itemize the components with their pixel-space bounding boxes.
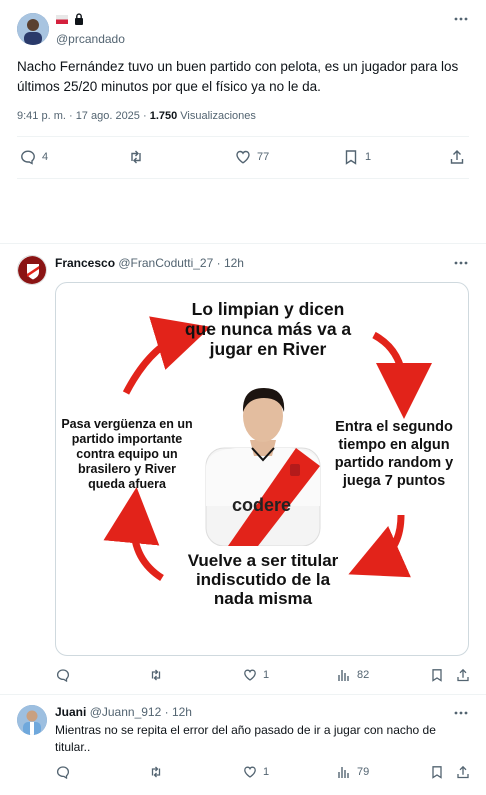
reply-icon	[21, 150, 35, 165]
retweet-button[interactable]	[149, 765, 163, 779]
meme-text-right: Entra el segundo tiempo en algun partido…	[334, 419, 454, 489]
views-label: Visualizaciones	[177, 110, 256, 122]
tweet-time[interactable]: 9:41 p. m. · 17 ago. 2025 ·	[17, 110, 150, 122]
heart-icon	[244, 766, 256, 778]
arrow-bottom-right	[348, 514, 411, 578]
reply-button[interactable]: 4	[20, 149, 48, 165]
like-count: 1	[263, 669, 270, 681]
more-options-icon[interactable]	[454, 711, 468, 715]
player-photo	[205, 388, 321, 546]
share-icon	[450, 150, 464, 164]
reply-icon	[56, 766, 70, 779]
retweet-icon	[131, 150, 141, 164]
author-handle[interactable]: @FranCodutti_27	[118, 256, 213, 270]
avatar-image	[17, 705, 47, 735]
views-count: 79	[357, 766, 370, 778]
views-count: 82	[357, 669, 370, 681]
reply-count: 4	[42, 151, 49, 163]
views-button[interactable]: 79	[337, 765, 369, 779]
more-options-icon[interactable]	[454, 17, 468, 21]
avatar-image	[17, 13, 49, 45]
meme-text-bottom: Vuelve a ser titular indiscutido de la n…	[187, 551, 339, 608]
like-button[interactable]: 1	[243, 668, 269, 682]
tweet-text: Nacho Fernández tuvo un buen partido con…	[17, 59, 459, 94]
retweet-button[interactable]	[128, 149, 144, 165]
reply-text: Mientras no se repita el error del año p…	[55, 723, 436, 754]
reply-button[interactable]	[56, 668, 70, 682]
retweet-icon	[151, 669, 161, 681]
more-options-icon[interactable]	[454, 261, 468, 265]
bookmark-button[interactable]: 1	[343, 149, 371, 165]
bookmark-button[interactable]	[430, 765, 444, 779]
reply-header: Juani @Juann_912 · 12h	[55, 705, 192, 719]
author-name[interactable]: Francesco	[55, 256, 115, 270]
divider	[0, 694, 486, 695]
avatar-prcandado[interactable]	[17, 13, 49, 45]
share-button[interactable]	[449, 149, 465, 165]
share-button[interactable]	[456, 668, 470, 682]
flag-icon	[56, 15, 68, 24]
author-name[interactable]: Juani	[55, 705, 86, 719]
bookmark-icon	[345, 150, 357, 165]
bookmark-icon	[432, 669, 442, 682]
analytics-icon	[338, 767, 349, 778]
like-count: 1	[263, 766, 270, 778]
reply-time[interactable]: · 12h	[165, 705, 192, 719]
bookmark-button[interactable]	[430, 668, 444, 682]
river-plate-crest-icon	[18, 256, 46, 284]
retweet-button[interactable]	[149, 668, 163, 682]
meme-text-top: Lo limpian y dicen que nunca más va a ju…	[184, 299, 352, 359]
lock-icon	[74, 13, 84, 25]
bookmark-icon	[432, 766, 442, 779]
reply-header: Francesco @FranCodutti_27 · 12h	[55, 256, 244, 270]
heart-icon	[236, 150, 250, 164]
share-button[interactable]	[456, 765, 470, 779]
author-handle[interactable]: @prcandado	[56, 32, 125, 46]
like-button[interactable]: 1	[243, 765, 269, 779]
heart-icon	[244, 669, 256, 681]
divider	[17, 178, 469, 179]
bookmark-count: 1	[365, 151, 372, 163]
tweet-meta: 9:41 p. m. · 17 ago. 2025 · 1.750 Visual…	[17, 110, 256, 122]
author-handle[interactable]: @Juann_912	[90, 705, 162, 719]
reply-icon	[56, 669, 70, 682]
divider	[17, 136, 469, 137]
share-icon	[457, 668, 469, 682]
like-count: 77	[257, 151, 270, 163]
jersey-sponsor: codere	[232, 495, 292, 515]
avatar-juani[interactable]	[17, 705, 47, 735]
share-icon	[457, 765, 469, 779]
views-button[interactable]: 82	[337, 668, 369, 682]
arrow-bottom-left	[103, 487, 164, 581]
views-count: 1.750	[149, 110, 178, 122]
like-button[interactable]: 77	[235, 149, 269, 165]
avatar-francesco[interactable]	[17, 255, 47, 285]
divider	[0, 243, 486, 244]
reply-time[interactable]: · 12h	[217, 256, 244, 270]
arrow-top-right	[372, 331, 432, 419]
retweet-icon	[151, 766, 161, 778]
reply-button[interactable]	[56, 765, 70, 779]
meme-text-left: Pasa vergüenza en un partido importante …	[61, 417, 193, 491]
arrow-top-left	[122, 316, 211, 395]
meme-image[interactable]: codere Lo limpian y dicen que nunca más …	[55, 282, 469, 656]
analytics-icon	[338, 670, 349, 681]
